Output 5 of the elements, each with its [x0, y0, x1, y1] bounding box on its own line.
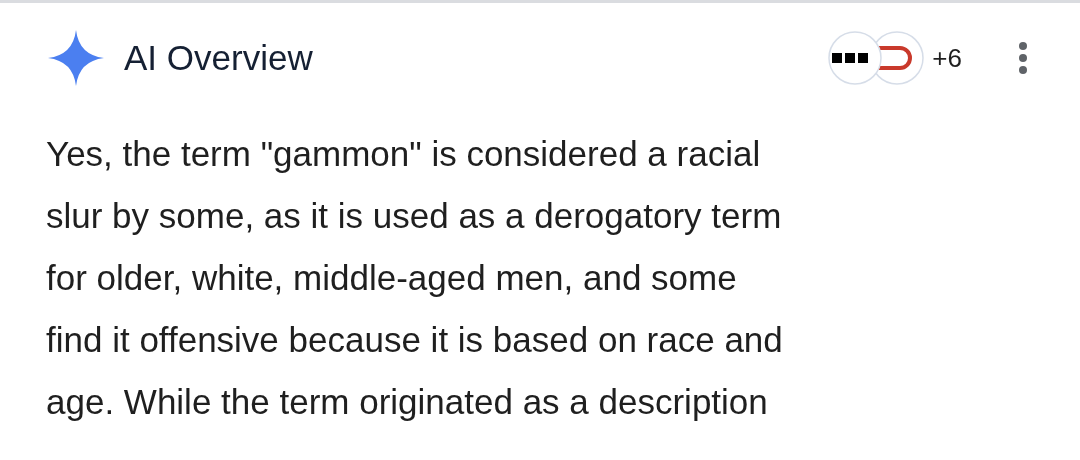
answer-paragraph: Yes, the term "gammon" is considered a racial slur by some, as it is used as a derogatory term for older, white, middle-aged men, and some find it offensive because it is based on race and age. While the term originated as a description: [45, 133, 784, 423]
source-favicons-drawing[interactable]: [828, 31, 925, 85]
source-count[interactable]: +6: [932, 42, 962, 74]
section-title: AI Overview: [124, 38, 313, 78]
more-options-icon[interactable]: [1018, 41, 1028, 75]
